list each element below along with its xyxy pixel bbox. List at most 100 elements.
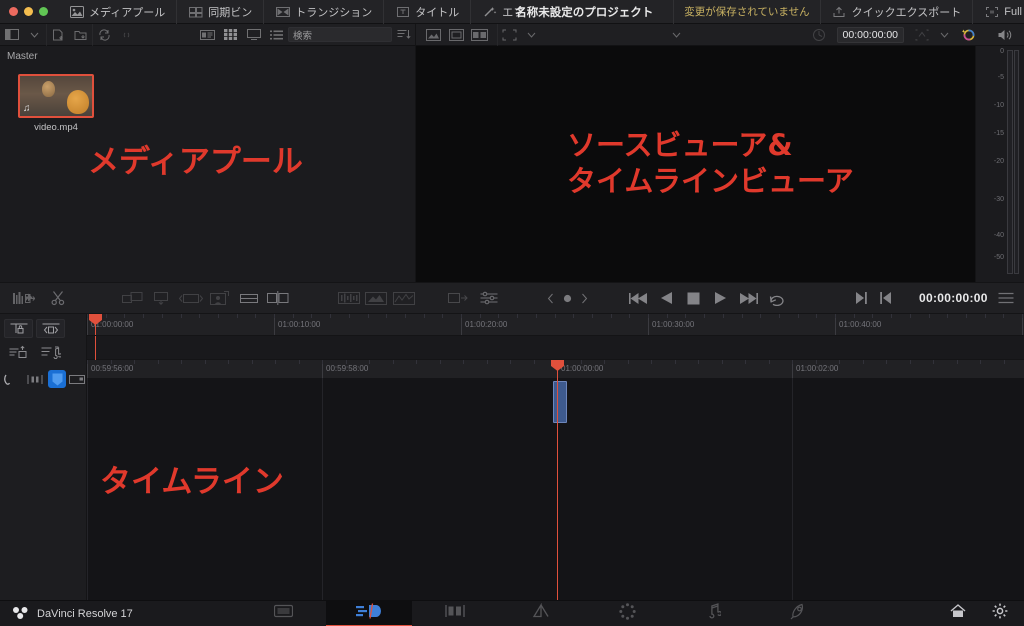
source-overwrite-icon[interactable] [234,291,263,306]
trim-edit-icon[interactable] [0,370,22,388]
toolbar-label-titles: タイトル [415,6,460,19]
filmstrip-view-icon[interactable] [242,24,265,46]
page-navigation [240,600,842,626]
minimize-window-button[interactable] [24,7,33,16]
media-pool-panel[interactable]: Master ♫ video.mp4 [0,46,415,282]
smart-insert-icon[interactable] [12,291,36,306]
toolbar-label-transitions: トランジション [295,6,373,19]
project-settings-gear-icon[interactable] [992,603,1008,624]
timeline-ruler-overview[interactable]: 01:00:00:00 01:00:10:00 01:00:20:00 01:0… [87,314,1024,336]
metadata-view-icon[interactable] [196,24,219,46]
import-folder-icon[interactable] [69,24,92,46]
move-audio-icon[interactable] [36,342,65,361]
timeline-overview-track-area[interactable] [87,336,1024,360]
speed-icon[interactable] [808,24,831,46]
media-page-icon [273,604,294,623]
ripple-overwrite-icon[interactable] [176,291,205,306]
settings-sliders-icon[interactable] [473,291,504,305]
sidebar-toggle-icon[interactable] [0,24,23,46]
curves-icon[interactable] [390,291,417,306]
speaker-icon[interactable] [993,24,1016,46]
unlink-icon[interactable] [115,24,138,46]
timeline-ruler-detail[interactable]: 00:59:56:00 00:59:58:00 01:00:00:00 01:0… [87,360,1024,378]
audio-note-icon: ♫ [23,103,31,114]
dual-viewer-icon[interactable] [468,24,491,46]
import-media-icon[interactable] [46,23,69,46]
chevron-down-icon[interactable] [520,24,543,46]
loop-icon[interactable] [761,291,792,306]
toolbar-button-full-screen[interactable]: Full Screen [972,0,1024,24]
place-on-top-icon[interactable] [118,291,147,306]
jog-dot-icon[interactable] [558,293,576,304]
toolbar-button-sync-bin[interactable]: 同期ビン [176,0,263,24]
page-button-edit[interactable] [412,601,498,626]
link-clips-icon[interactable] [36,319,65,338]
source-viewer-icon[interactable] [422,24,445,46]
title-bar: メディアプール 同期ビン トランジション タイトル エフ 名称未設定のプロジェク… [0,0,1024,24]
timeline-track-area[interactable] [87,378,1024,600]
thumbnail-view-icon[interactable] [219,24,242,46]
timeline-playhead-detail[interactable] [551,360,564,378]
flag-icon[interactable] [66,370,88,388]
media-search-input[interactable]: 検索 [288,27,392,42]
close-up-icon[interactable] [205,290,234,306]
audio-level-icon[interactable] [22,370,48,388]
skip-to-start-icon[interactable] [625,292,652,305]
ruler-label: 00:59:56:00 [91,364,134,373]
fit-icon[interactable] [442,291,473,305]
split-clip-icon[interactable] [263,290,292,306]
window-controls[interactable] [0,7,58,16]
list-view-icon[interactable] [265,24,288,46]
chevron-left-icon[interactable] [542,293,558,304]
chevron-down-icon[interactable] [933,24,956,46]
deliver-page-icon [790,603,808,625]
page-button-fusion[interactable] [498,601,584,626]
toolbar-button-media-pool[interactable]: メディアプール [58,0,176,24]
transport-toolbar: 00:00:00:00 [0,282,1024,314]
viewer-timecode[interactable]: 00:00:00:00 [836,26,904,43]
append-icon[interactable] [147,291,176,306]
audio-trim-icon[interactable] [336,291,363,305]
viewer-stage[interactable] [415,46,975,282]
mark-in-icon[interactable] [874,291,899,305]
transport-timecode[interactable]: 00:00:00:00 [919,291,988,305]
meter-tick: -15 [993,130,1004,137]
toolbar-button-transitions[interactable]: トランジション [263,0,383,24]
lock-track-icon[interactable] [4,319,33,338]
stop-icon[interactable] [680,292,707,305]
page-button-fairlight[interactable] [670,601,756,626]
toolbar-button-titles[interactable]: タイトル [383,0,470,24]
color-wheel-icon[interactable] [956,24,979,46]
ruler-label: 01:00:10:00 [278,320,321,329]
marker-icon[interactable] [48,370,66,388]
hamburger-menu-icon[interactable] [988,292,1024,304]
skip-to-end-icon[interactable] [734,292,761,305]
safe-area-icon[interactable] [497,23,520,46]
stabilize-icon[interactable] [363,291,390,306]
page-button-cut[interactable] [326,600,413,626]
timeline-viewer-icon[interactable] [445,24,468,46]
sort-icon[interactable] [392,24,415,46]
snapshot-icon[interactable] [910,24,933,46]
scissors-icon[interactable] [48,290,72,306]
viewer-options-chevron-down-icon[interactable] [665,24,688,46]
move-clip-up-icon[interactable] [4,342,33,361]
chevron-down-icon[interactable] [23,24,46,46]
chevron-right-icon[interactable] [577,293,593,304]
page-button-media[interactable] [240,601,326,626]
clip-thumbnail[interactable]: ♫ [18,74,94,118]
play-reverse-icon[interactable] [653,291,680,305]
timeline-playhead-overview[interactable] [89,314,102,335]
page-button-color[interactable] [584,601,670,626]
close-window-button[interactable] [9,7,18,16]
timeline-clip[interactable] [553,381,567,423]
page-button-deliver[interactable] [756,601,842,626]
media-pool-clip-item[interactable]: ♫ video.mp4 [18,74,94,133]
mark-out-icon[interactable] [848,291,873,305]
sync-icon[interactable] [92,23,115,46]
toolbar-button-quick-export[interactable]: クイックエクスポート [819,0,973,24]
maximize-window-button[interactable] [39,7,48,16]
play-icon[interactable] [707,291,734,305]
project-manager-home-icon[interactable] [950,604,966,623]
toolbar-label-full-screen: Full Screen [1004,5,1024,18]
